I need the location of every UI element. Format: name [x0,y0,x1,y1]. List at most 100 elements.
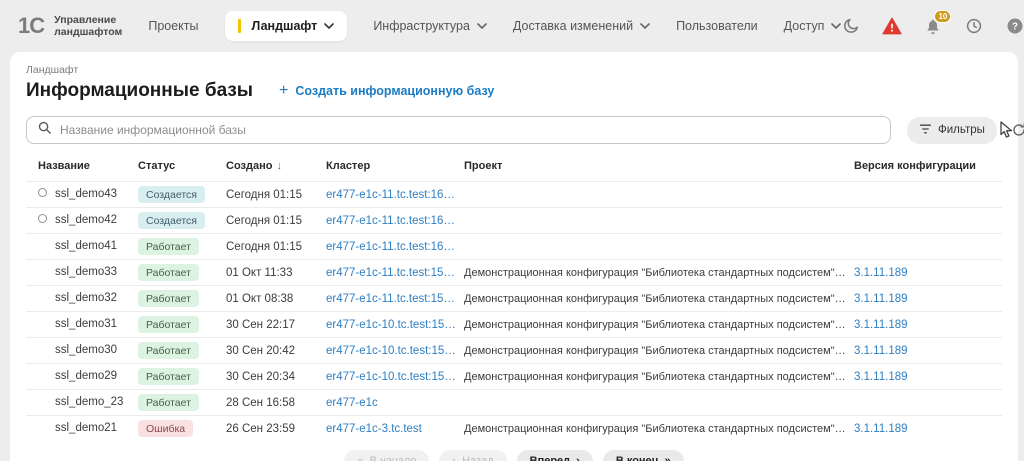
search-input[interactable] [60,123,880,137]
svg-text:?: ? [1012,21,1018,32]
content-card: Ландшафт Информационные базы + Создать и… [10,52,1024,461]
status-badge: Ошибка [138,420,194,437]
refresh-button[interactable] [1011,122,1024,138]
pagination-prev-button[interactable]: ‹ Назад [439,450,507,461]
pagination-first-button[interactable]: « В начало [344,450,430,461]
config-version-link[interactable]: 3.1.11.189 [854,259,1002,286]
chevron-double-left-icon: « [357,455,364,461]
chevron-down-icon [640,23,650,29]
table-row[interactable]: ssl_demo41 Работает Сегодня 01:15 er477-… [26,233,1002,260]
cluster-link[interactable]: er477-e1c-11.tc.test:1640 [326,181,464,208]
search-icon [37,120,52,140]
table-header-row: Название Статус Создано ↓ Кластер Проект … [26,156,1002,182]
created-date: 01 Окт 08:38 [226,285,326,312]
alert-triangle-icon[interactable] [882,16,902,36]
plus-icon: + [279,82,289,99]
main-nav: Проекты Ландшафт Инфраструктура Доставка… [148,11,842,41]
infobases-table: Название Статус Создано ↓ Кластер Проект … [26,156,1002,441]
history-clock-icon[interactable] [964,16,984,36]
chevron-down-icon [324,23,335,29]
table-row[interactable]: ssl_demo30 Работает 30 Сен 20:42 er477-e… [26,337,1002,364]
chevron-down-icon [477,23,487,29]
infobase-name: ssl_demo42 [55,214,118,227]
config-version-link[interactable]: 3.1.11.189 [854,337,1002,364]
status-badge: Работает [138,342,199,359]
column-header-created[interactable]: Создано ↓ [226,156,326,182]
pagination-next-button[interactable]: Вперед › [516,450,593,461]
cluster-link[interactable]: er477-e1c-10.tc.test:1540 [326,337,464,364]
config-version-link[interactable]: 3.1.11.189 [854,311,1002,338]
create-infobase-button[interactable]: + Создать информационную базу [279,82,494,100]
column-header-cluster[interactable]: Кластер [326,156,464,182]
table-row[interactable]: ssl_demo33 Работает 01 Окт 11:33 er477-e… [26,259,1002,286]
cluster-link[interactable]: er477-e1c-11.tc.test:1640 [326,233,464,260]
column-header-name[interactable]: Название [26,156,138,182]
cluster-link[interactable]: er477-e1c-11.tc.test:1540 [326,259,464,286]
help-icon[interactable]: ? [1005,16,1024,36]
table-row[interactable]: ssl_demo42 Создается Сегодня 01:15 er477… [26,207,1002,234]
config-version-link[interactable] [854,207,1002,234]
cluster-link[interactable]: er477-e1c-11.tc.test:1640 [326,207,464,234]
breadcrumb[interactable]: Ландшафт [26,64,1002,76]
1c-logo: 1С [18,13,45,38]
created-date: Сегодня 01:15 [226,233,326,260]
nav-item-infrastructure[interactable]: Инфраструктура [373,19,487,33]
notification-count-badge: 10 [934,10,952,23]
created-date: 28 Сен 16:58 [226,389,326,416]
app-title: Управление ландшафтом [54,14,123,38]
cluster-link[interactable]: er477-e1c [326,389,464,416]
table-row[interactable]: ssl_demo32 Работает 01 Окт 08:38 er477-e… [26,285,1002,312]
nav-item-projects[interactable]: Проекты [148,19,198,33]
app-window: 1С Управление ландшафтом Проекты Ландшаф… [0,0,1024,461]
project-name [464,233,854,260]
status-badge: Работает [138,394,199,411]
nav-item-access[interactable]: Доступ [784,19,842,33]
infobase-name: ssl_demo32 [55,292,118,305]
dark-mode-moon-icon[interactable] [841,16,861,36]
page-title: Информационные базы [26,80,254,101]
nav-item-landscape[interactable]: Ландшафт [224,11,348,41]
nav-item-change-delivery[interactable]: Доставка изменений [513,19,650,33]
config-version-link[interactable]: 3.1.11.189 [854,415,1002,441]
search-box[interactable] [26,116,891,144]
project-name: Демонстрационная конфигурация "Библиотек… [464,363,854,390]
config-version-link[interactable] [854,233,1002,260]
cluster-link[interactable]: er477-e1c-3.tc.test [326,415,464,441]
status-badge: Работает [138,316,199,333]
column-header-project[interactable]: Проект [464,156,854,182]
column-header-version[interactable]: Версия конфигурации [854,156,1002,182]
toolbar: Фильтры [26,116,1024,144]
table-row[interactable]: ssl_demo43 Создается Сегодня 01:15 er477… [26,181,1002,208]
project-name: Демонстрационная конфигурация "Библиотек… [464,311,854,338]
table-row[interactable]: ssl_demo21 Ошибка 26 Сен 23:59 er477-e1c… [26,415,1002,441]
created-date: 30 Сен 22:17 [226,311,326,338]
config-version-link[interactable]: 3.1.11.189 [854,363,1002,390]
pagination-last-button[interactable]: В конец » [602,450,684,461]
filter-icon [919,123,932,138]
config-version-link[interactable]: 3.1.11.189 [854,285,1002,312]
created-date: 01 Окт 11:33 [226,259,326,286]
created-date: Сегодня 01:15 [226,207,326,234]
infobase-name: ssl_demo41 [55,240,118,253]
chevron-left-icon: ‹ [452,455,457,461]
cluster-link[interactable]: er477-e1c-10.tc.test:1540 [326,311,464,338]
infobase-name: ssl_demo29 [55,370,118,383]
cluster-link[interactable]: er477-e1c-11.tc.test:1540 [326,285,464,312]
config-version-link[interactable] [854,181,1002,208]
table-row[interactable]: ssl_demo_23 Работает 28 Сен 16:58 er477-… [26,389,1002,416]
created-date: 30 Сен 20:42 [226,337,326,364]
cluster-link[interactable]: er477-e1c-10.tc.test:1540 [326,363,464,390]
project-name: Демонстрационная конфигурация "Библиотек… [464,259,854,286]
table-row[interactable]: ssl_demo31 Работает 30 Сен 22:17 er477-e… [26,311,1002,338]
status-badge: Работает [138,264,199,281]
filters-button[interactable]: Фильтры [907,116,997,144]
notifications-bell-icon[interactable]: 10 [923,10,952,36]
sort-desc-icon[interactable]: ↓ [276,160,282,172]
column-header-status[interactable]: Статус [138,156,226,182]
status-badge: Работает [138,368,199,385]
infobase-name: ssl_demo_23 [55,396,124,409]
config-version-link[interactable] [854,389,1002,416]
created-date: Сегодня 01:15 [226,181,326,208]
table-row[interactable]: ssl_demo29 Работает 30 Сен 20:34 er477-e… [26,363,1002,390]
nav-item-users[interactable]: Пользователи [676,19,758,33]
